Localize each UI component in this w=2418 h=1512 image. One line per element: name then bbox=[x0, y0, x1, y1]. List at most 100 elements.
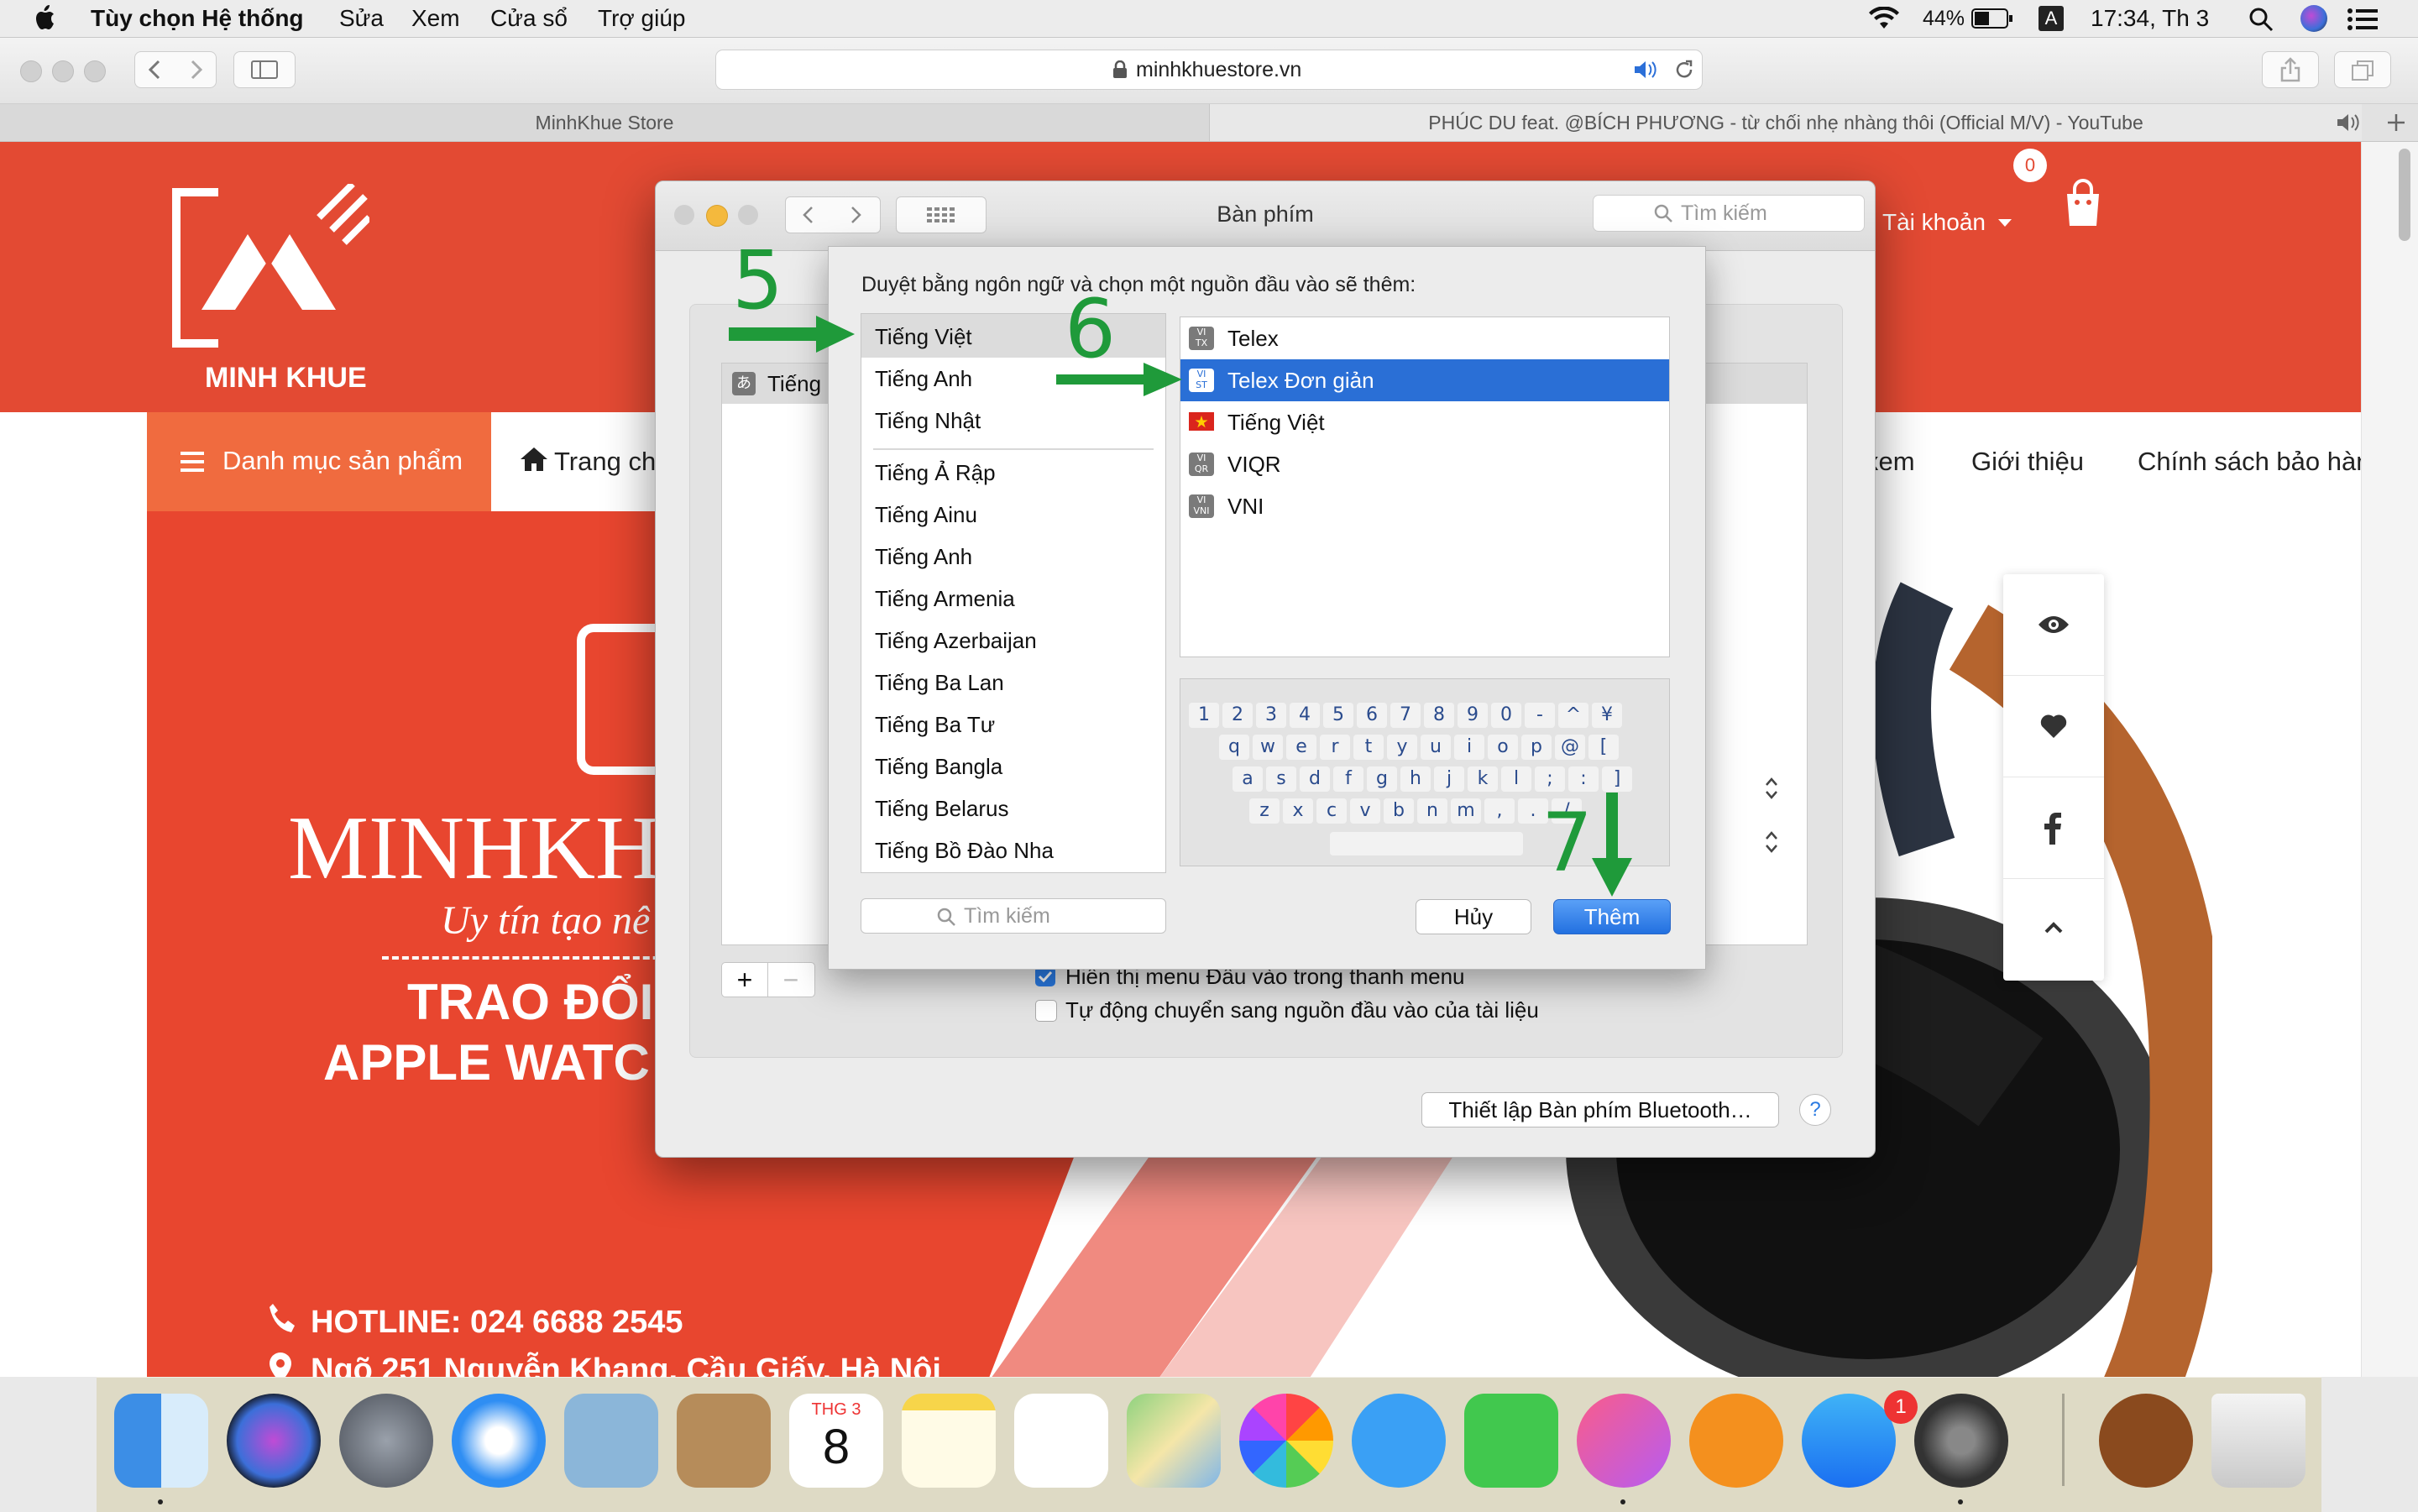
language-item[interactable]: Tiếng Ba Lan bbox=[875, 670, 1004, 696]
tab-youtube[interactable]: PHÚC DU feat. @BÍCH PHƯƠNG - từ chối nhẹ… bbox=[1210, 104, 2362, 141]
bluetooth-keyboard-button[interactable]: Thiết lập Bàn phím Bluetooth… bbox=[1421, 1092, 1779, 1127]
ibooks-icon[interactable] bbox=[1689, 1394, 1783, 1488]
language-item[interactable]: Tiếng Anh bbox=[875, 544, 972, 570]
reeder-icon[interactable] bbox=[2099, 1394, 2193, 1488]
maps-icon[interactable] bbox=[1127, 1394, 1221, 1488]
messages-icon[interactable] bbox=[1352, 1394, 1446, 1488]
browser-toolbar: minhkhuestore.vn bbox=[0, 38, 2418, 104]
help-button[interactable]: ? bbox=[1799, 1094, 1831, 1126]
app-store-icon[interactable] bbox=[1802, 1394, 1896, 1488]
share-button[interactable] bbox=[2262, 51, 2319, 88]
keyboard-key: z bbox=[1249, 798, 1280, 824]
quick-view-button[interactable] bbox=[2003, 574, 2104, 676]
menu-view[interactable]: Xem bbox=[411, 5, 460, 32]
site-logo[interactable]: MINH KHUE bbox=[168, 184, 369, 394]
language-item[interactable]: Tiếng Bangla bbox=[875, 754, 1002, 780]
calendar-icon[interactable]: THG 3 8 bbox=[789, 1394, 883, 1488]
input-source-options[interactable]: VI TX Telex VI ST Telex Đơn giản Tiếng Việ… bbox=[1180, 317, 1670, 657]
cart-icon[interactable] bbox=[2062, 175, 2104, 228]
stepper-icon[interactable] bbox=[1763, 775, 1780, 802]
nav-about[interactable]: Giới thiệu bbox=[1971, 447, 2084, 477]
sidebar-button[interactable] bbox=[233, 51, 296, 88]
language-item[interactable]: Tiếng Ainu bbox=[875, 502, 977, 528]
facebook-button[interactable] bbox=[2003, 777, 2104, 879]
language-item[interactable]: Tiếng Ả Rập bbox=[875, 460, 996, 486]
page-scrollbar[interactable] bbox=[2361, 142, 2418, 1377]
forward-icon[interactable] bbox=[187, 60, 204, 80]
siri-icon[interactable] bbox=[2300, 5, 2327, 32]
hamburger-icon bbox=[181, 452, 204, 472]
language-item[interactable]: Tiếng Nhật bbox=[875, 408, 981, 434]
source-item-selected[interactable]: VI ST Telex Đơn giản bbox=[1180, 359, 1669, 401]
tab-audio-icon[interactable] bbox=[2336, 112, 2363, 133]
menu-help[interactable]: Trợ giúp bbox=[598, 5, 685, 32]
spotlight-icon[interactable] bbox=[2248, 7, 2274, 32]
trash-icon[interactable] bbox=[2211, 1394, 2305, 1488]
category-menu-button[interactable]: Danh mục sản phẩm bbox=[147, 412, 491, 513]
itunes-icon[interactable] bbox=[1577, 1394, 1671, 1488]
add-source-button[interactable]: + bbox=[722, 963, 768, 997]
language-item[interactable]: Tiếng Armenia bbox=[875, 586, 1015, 612]
source-item[interactable]: Tiếng Việt bbox=[1180, 401, 1669, 443]
menu-window[interactable]: Cửa sổ bbox=[490, 5, 568, 32]
zoom-window-button[interactable] bbox=[84, 60, 106, 82]
finder-icon[interactable] bbox=[114, 1394, 208, 1488]
source-item[interactable]: VI VNI VNI bbox=[1180, 485, 1669, 527]
minimize-window-button[interactable] bbox=[52, 60, 74, 82]
notification-center-icon[interactable] bbox=[2347, 8, 2378, 30]
language-item[interactable]: Tiếng Anh bbox=[875, 366, 972, 392]
preview-icon[interactable] bbox=[564, 1394, 658, 1488]
language-item[interactable]: Tiếng Azerbaijan bbox=[875, 628, 1037, 654]
language-item[interactable]: Tiếng Belarus bbox=[875, 796, 1008, 822]
language-item[interactable]: Tiếng Việt bbox=[875, 324, 972, 350]
language-search-field[interactable]: Tìm kiếm bbox=[861, 898, 1166, 934]
tab-minhkhue[interactable]: MinhKhue Store bbox=[0, 104, 1210, 141]
language-item[interactable]: Tiếng Ba Tư bbox=[875, 712, 995, 738]
nav-home[interactable]: Trang ch bbox=[554, 447, 656, 477]
scroll-top-button[interactable] bbox=[2003, 879, 2104, 980]
new-tab-icon[interactable] bbox=[2386, 112, 2406, 133]
language-list[interactable]: Tiếng Việt Tiếng Anh Tiếng Nhật Tiếng Ả … bbox=[861, 313, 1166, 873]
reminders-icon[interactable] bbox=[1014, 1394, 1108, 1488]
wifi-icon[interactable] bbox=[1867, 7, 1901, 30]
photos-icon[interactable] bbox=[1239, 1394, 1333, 1488]
facetime-icon[interactable] bbox=[1464, 1394, 1558, 1488]
system-preferences-icon[interactable] bbox=[1914, 1394, 2008, 1488]
safari-icon[interactable] bbox=[452, 1394, 546, 1488]
back-icon[interactable] bbox=[147, 60, 164, 80]
clock[interactable]: 17:34, Th 3 bbox=[2091, 5, 2209, 32]
notes-icon[interactable] bbox=[902, 1394, 996, 1488]
source-item[interactable]: VI TX Telex bbox=[1180, 317, 1669, 359]
battery-icon[interactable] bbox=[1971, 8, 2013, 29]
cancel-button[interactable]: Hủy bbox=[1416, 899, 1531, 934]
apple-icon[interactable] bbox=[34, 5, 55, 30]
siri-icon[interactable] bbox=[227, 1394, 321, 1488]
nav-warranty[interactable]: Chính sách bảo hành bbox=[2138, 447, 2361, 477]
tab-bar: MinhKhue Store PHÚC DU feat. @BÍCH PHƯƠN… bbox=[0, 104, 2418, 142]
search-icon bbox=[937, 908, 955, 926]
language-item[interactable]: Tiếng Bồ Đào Nha bbox=[875, 838, 1054, 864]
auto-switch-checkbox[interactable] bbox=[1035, 1000, 1057, 1022]
reload-icon[interactable] bbox=[1673, 59, 1695, 81]
audio-playing-icon[interactable] bbox=[1633, 60, 1660, 79]
launchpad-icon[interactable] bbox=[339, 1394, 433, 1488]
source-item[interactable]: VI QR VIQR bbox=[1180, 443, 1669, 485]
menu-edit[interactable]: Sửa bbox=[339, 5, 384, 32]
keyboard-key: h bbox=[1400, 766, 1431, 792]
add-button[interactable]: Thêm bbox=[1553, 899, 1671, 934]
contacts-icon[interactable] bbox=[677, 1394, 771, 1488]
account-link[interactable]: Tài khoản bbox=[1882, 209, 1986, 236]
tabs-overview-button[interactable] bbox=[2334, 51, 2391, 88]
prefs-search-field[interactable]: Tìm kiếm bbox=[1593, 195, 1865, 232]
home-icon[interactable] bbox=[519, 446, 549, 473]
close-window-button[interactable] bbox=[20, 60, 42, 82]
app-menu[interactable]: Tùy chọn Hệ thống bbox=[91, 5, 304, 32]
keyboard-key: , bbox=[1484, 798, 1515, 824]
account-caret-icon[interactable] bbox=[1997, 217, 2013, 229]
remove-source-button[interactable]: − bbox=[768, 963, 814, 997]
wishlist-button[interactable] bbox=[2003, 676, 2104, 777]
address-bar[interactable]: minhkhuestore.vn bbox=[715, 50, 1703, 90]
input-source-indicator[interactable]: A bbox=[2039, 6, 2064, 31]
stepper-icon[interactable] bbox=[1763, 829, 1780, 855]
scrollbar-thumb[interactable] bbox=[2399, 149, 2410, 241]
